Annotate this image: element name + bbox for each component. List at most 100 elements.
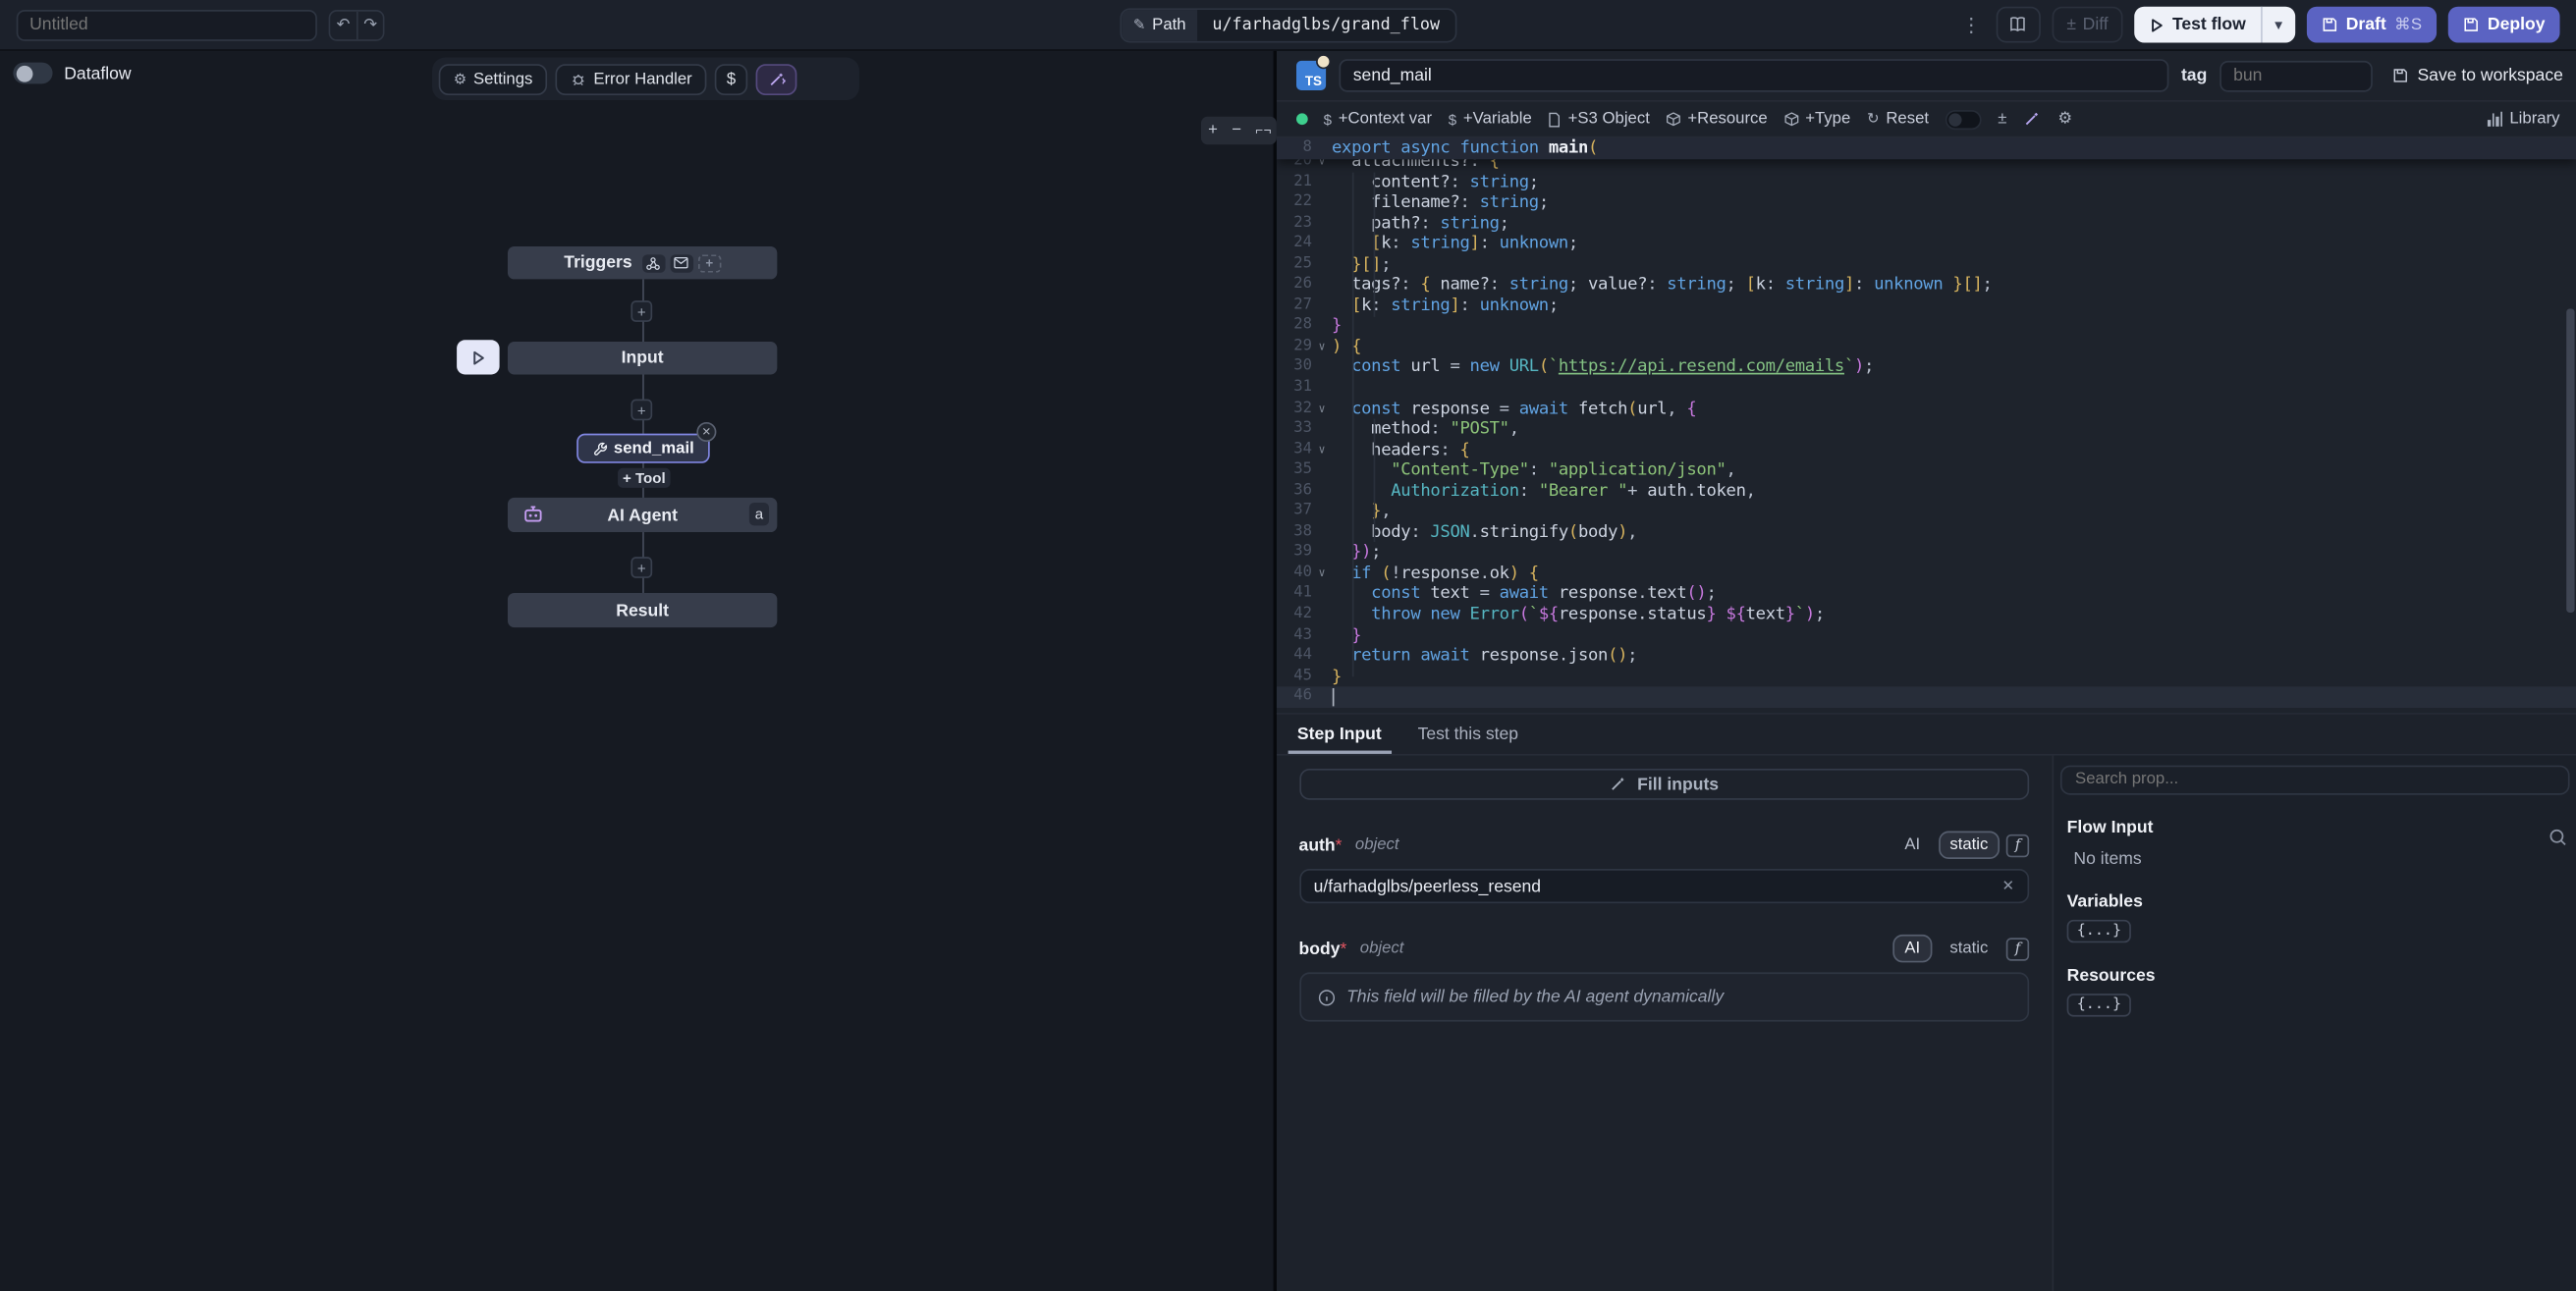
sticky-code-line[interactable]: 8export async function main(: [1276, 138, 2576, 160]
code-line[interactable]: 37 },: [1276, 502, 2576, 522]
remove-tool-button[interactable]: ✕: [696, 422, 716, 442]
expression-icon[interactable]: f: [2006, 938, 2029, 960]
flow-canvas[interactable]: Dataflow ⚙ Settings Error Handler $ + −: [0, 51, 1276, 1291]
step-name-input[interactable]: [1339, 59, 2168, 91]
deploy-button[interactable]: Deploy: [2448, 7, 2560, 43]
fill-inputs-button[interactable]: Fill inputs: [1299, 769, 2030, 800]
node-triggers[interactable]: Triggers +: [508, 246, 777, 279]
body-field-type: object: [1360, 940, 1404, 957]
required-asterisk: *: [1336, 835, 1343, 855]
auth-mode-static[interactable]: static: [1939, 832, 2000, 859]
robot-icon: [522, 505, 544, 524]
insert-step-button[interactable]: +: [630, 300, 652, 322]
editor-scrollbar[interactable]: [2566, 309, 2574, 614]
add-type-button[interactable]: +Type: [1783, 110, 1850, 128]
auth-mode-ai[interactable]: AI: [1893, 832, 1932, 859]
node-input[interactable]: Input: [508, 342, 777, 374]
code-line[interactable]: 39 });: [1276, 543, 2576, 564]
code-line[interactable]: 40∨ if (!response.ok) {: [1276, 564, 2576, 584]
body-mode-static[interactable]: static: [1939, 935, 2000, 962]
bun-runtime-icon: [1315, 54, 1330, 69]
clear-icon[interactable]: ✕: [2002, 878, 2015, 895]
code-line[interactable]: 30 const url = new URL(`https://api.rese…: [1276, 357, 2576, 378]
auth-field-header: auth* object AI static f: [1299, 832, 2030, 859]
library-button[interactable]: Library: [2489, 110, 2560, 128]
code-line[interactable]: 46: [1276, 687, 2576, 708]
undo-redo-group: ↶ ↷: [329, 9, 385, 40]
flow-title-input[interactable]: [17, 9, 317, 40]
code-line[interactable]: 33 method: "POST",: [1276, 419, 2576, 440]
code-line[interactable]: 24 [k: string]: unknown;: [1276, 234, 2576, 254]
auth-value-input[interactable]: u/farhadglbs/peerless_resend ✕: [1299, 869, 2030, 903]
code-line[interactable]: 34∨ headers: {: [1276, 440, 2576, 460]
add-s3-object-button[interactable]: +S3 Object: [1549, 110, 1650, 128]
code-line[interactable]: 27 [k: string]: unknown;: [1276, 296, 2576, 316]
code-line[interactable]: 20∨ attachments?: {: [1276, 159, 2576, 172]
add-resource-button[interactable]: +Resource: [1667, 110, 1768, 128]
code-line[interactable]: 45}: [1276, 667, 2576, 687]
code-line[interactable]: 25 }[];: [1276, 254, 2576, 275]
code-editor[interactable]: 8export async function main( 20∨ attachm…: [1276, 138, 2576, 715]
add-tool-button[interactable]: + Tool: [618, 468, 671, 488]
resources-object-chip[interactable]: {...}: [2067, 994, 2131, 1016]
prop-search-input[interactable]: [2060, 765, 2570, 794]
code-line[interactable]: 41 const text = await response.text();: [1276, 584, 2576, 605]
editor-settings-icon[interactable]: ⚙: [2057, 110, 2072, 128]
save-to-workspace-button[interactable]: Save to workspace: [2392, 66, 2563, 85]
code-line[interactable]: 38 body: JSON.stringify(body),: [1276, 522, 2576, 543]
draft-button[interactable]: Draft ⌘S: [2307, 7, 2437, 43]
file-icon: [1549, 111, 1562, 128]
code-line[interactable]: 36 Authorization: "Bearer "+ auth.token,: [1276, 481, 2576, 502]
code-line[interactable]: 26 tags?: { name?: string; value?: strin…: [1276, 275, 2576, 296]
path-pill[interactable]: ✎ Path u/farhadglbs/grand_flow: [1120, 8, 1455, 42]
tag-input[interactable]: [2220, 60, 2374, 91]
code-scroll-area[interactable]: 20∨ attachments?: {21 content?: string;2…: [1276, 159, 2576, 712]
test-flow-button[interactable]: Test flow ▼: [2134, 7, 2294, 43]
add-trigger-button[interactable]: +: [698, 253, 721, 271]
path-label: Path: [1152, 17, 1185, 34]
docs-button[interactable]: [1996, 7, 2040, 43]
body-mode-ai[interactable]: AI: [1893, 935, 1932, 962]
code-line[interactable]: 31: [1276, 378, 2576, 399]
reset-button[interactable]: ↻Reset: [1867, 110, 1929, 128]
code-line[interactable]: 44 return await response.json();: [1276, 646, 2576, 667]
code-line[interactable]: 22 filename?: string;: [1276, 192, 2576, 213]
code-lines[interactable]: 20∨ attachments?: {21 content?: string;2…: [1276, 159, 2576, 707]
topbar-actions: ⋮ ± Diff Test flow ▼ Draft ⌘S: [1958, 7, 2560, 43]
node-result[interactable]: Result: [508, 593, 777, 627]
code-line[interactable]: 43 }: [1276, 625, 2576, 646]
code-line[interactable]: 29∨) {: [1276, 337, 2576, 357]
email-trigger-chip[interactable]: [670, 253, 692, 271]
code-line[interactable]: 28}: [1276, 316, 2576, 337]
diff-plus-minus-icon[interactable]: ±: [1998, 110, 2006, 128]
code-line[interactable]: 21 content?: string;: [1276, 172, 2576, 192]
node-ai-agent[interactable]: AI Agent a: [508, 498, 777, 532]
tab-step-input[interactable]: Step Input: [1297, 714, 1382, 754]
code-line[interactable]: 42 throw new Error(`${response.status} $…: [1276, 605, 2576, 625]
insert-step-button[interactable]: +: [630, 557, 652, 578]
add-variable-button[interactable]: $+Variable: [1449, 110, 1532, 128]
path-edit[interactable]: ✎ Path: [1122, 10, 1197, 41]
node-send-mail[interactable]: send_mail: [576, 434, 710, 463]
test-flow-main[interactable]: Test flow: [2134, 7, 2260, 43]
add-context-var-button[interactable]: $+Context var: [1324, 110, 1432, 128]
code-line[interactable]: 8export async function main(: [1276, 138, 2576, 159]
search-icon[interactable]: [2549, 829, 2568, 848]
webhook-trigger-chip[interactable]: [642, 253, 665, 271]
undo-button[interactable]: ↶: [330, 11, 356, 38]
kebab-menu-icon[interactable]: ⋮: [1958, 13, 1985, 35]
expression-icon[interactable]: f: [2006, 834, 2029, 857]
insert-step-button[interactable]: +: [630, 400, 652, 421]
redo-button[interactable]: ↷: [356, 11, 383, 38]
ai-wand-icon[interactable]: [2023, 110, 2041, 128]
editor-toggle[interactable]: [1946, 109, 1982, 129]
code-line[interactable]: 32∨ const response = await fetch(url, {: [1276, 399, 2576, 419]
run-from-input-button[interactable]: [457, 340, 499, 374]
code-line[interactable]: 35 "Content-Type": "application/json",: [1276, 460, 2576, 481]
wrench-icon: [592, 441, 607, 456]
test-flow-dropdown[interactable]: ▼: [2263, 7, 2295, 43]
diff-button[interactable]: ± Diff: [2052, 7, 2122, 43]
code-line[interactable]: 23 path?: string;: [1276, 213, 2576, 234]
variables-object-chip[interactable]: {...}: [2067, 920, 2131, 942]
tab-test-this-step[interactable]: Test this step: [1418, 714, 1519, 754]
